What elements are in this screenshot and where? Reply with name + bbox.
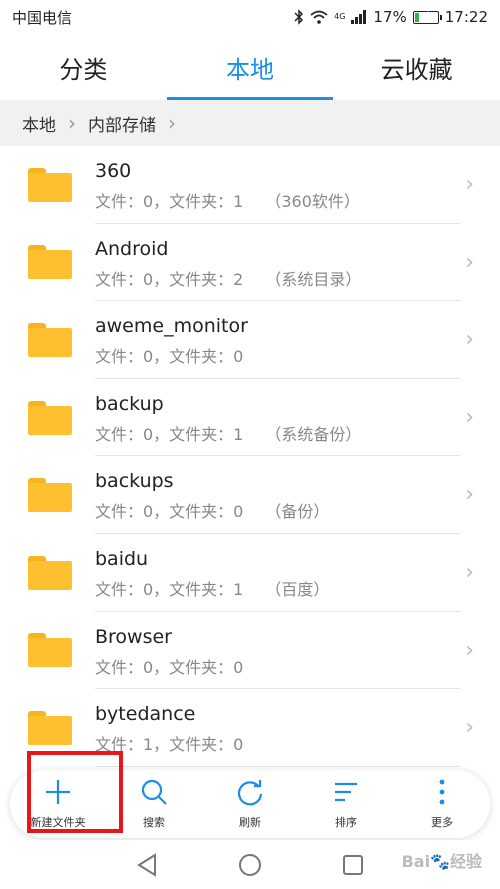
folder-detail: 文件：0，文件夹：2 （系统目录）	[95, 266, 361, 290]
folder-name: Browser	[95, 625, 172, 648]
refresh-button[interactable]: 刷新	[202, 770, 298, 838]
folder-text: bytedance 文件：1，文件夹：0	[95, 689, 460, 767]
tab-cloud-favorites[interactable]: 云收藏	[333, 34, 500, 100]
signal-icon	[351, 10, 367, 24]
folder-detail: 文件：0，文件夹：0	[95, 343, 265, 367]
folder-note: （百度）	[265, 579, 330, 599]
folder-name: backup	[95, 392, 164, 415]
status-bar: 中国电信 4G 17% ⚡ 17:22	[0, 0, 500, 34]
folder-text: aweme_monitor 文件：0，文件夹：0	[95, 301, 460, 379]
folder-icon	[28, 555, 72, 590]
network-label: 4G	[334, 12, 346, 21]
toolbar-label: 更多	[431, 816, 453, 829]
chevron-right-icon: ›	[465, 715, 474, 741]
folder-detail: 文件：0，文件夹：0	[95, 654, 265, 678]
folder-name: bytedance	[95, 703, 196, 726]
folder-counts: 文件：0，文件夹：0	[95, 657, 244, 677]
folder-icon	[28, 633, 72, 668]
toolbar-label: 排序	[335, 816, 357, 829]
folder-icon	[28, 245, 72, 280]
folder-row[interactable]: aweme_monitor 文件：0，文件夹：0 ›	[0, 301, 500, 379]
folder-detail: 文件：0，文件夹：1 （百度）	[95, 576, 329, 600]
more-icon	[428, 778, 456, 810]
folder-note: （备份）	[265, 502, 330, 522]
chevron-right-icon: ›	[168, 111, 176, 135]
folder-row[interactable]: baidu 文件：0，文件夹：1 （百度） ›	[0, 534, 500, 612]
watermark-logo: Bai🐾经验	[401, 852, 482, 871]
more-button[interactable]: 更多	[394, 770, 490, 838]
folder-list: 360 文件：0，文件夹：1 （360软件） › Android 文件：0，文件夹：2 （系…	[0, 146, 500, 767]
folder-row[interactable]: Browser 文件：0，文件夹：0 ›	[0, 612, 500, 690]
chevron-right-icon: ›	[465, 559, 474, 585]
folder-counts: 文件：0，文件夹：1	[95, 192, 244, 211]
folder-row[interactable]: Android 文件：0，文件夹：2 （系统目录） ›	[0, 224, 500, 302]
home-icon[interactable]	[238, 853, 262, 877]
folder-name: Android	[95, 237, 169, 260]
recents-icon[interactable]	[342, 854, 364, 876]
sort-button[interactable]: 排序	[298, 770, 394, 838]
folder-detail: 文件：0，文件夹：1 （系统备份）	[95, 421, 361, 445]
refresh-icon	[236, 778, 264, 810]
folder-name: backups	[95, 470, 174, 493]
folder-text: backups 文件：0，文件夹：0 （备份）	[95, 456, 460, 534]
folder-icon	[28, 400, 72, 435]
folder-counts: 文件：0，文件夹：0	[95, 502, 244, 522]
folder-row[interactable]: backups 文件：0，文件夹：0 （备份） ›	[0, 456, 500, 534]
breadcrumb: 本地 › 内部存储 ›	[0, 100, 500, 146]
folder-icon	[28, 478, 72, 513]
folder-icon	[28, 167, 72, 202]
tab-bar: 分类 本地 云收藏	[0, 34, 500, 100]
chevron-right-icon: ›	[465, 327, 474, 353]
folder-row[interactable]: 360 文件：0，文件夹：1 （360软件） ›	[0, 146, 500, 224]
chevron-right-icon: ›	[465, 482, 474, 508]
folder-note: （系统目录）	[265, 269, 362, 289]
folder-row[interactable]: backup 文件：0，文件夹：1 （系统备份） ›	[0, 379, 500, 457]
folder-counts: 文件：0，文件夹：0	[95, 347, 244, 367]
highlight-box	[27, 751, 123, 833]
folder-text: backup 文件：0，文件夹：1 （系统备份）	[95, 379, 460, 457]
folder-name: aweme_monitor	[95, 315, 248, 338]
folder-name: 360	[95, 160, 132, 182]
folder-note: （系统备份）	[265, 424, 362, 444]
carrier-label: 中国电信	[12, 8, 73, 27]
battery-icon: ⚡	[412, 9, 442, 24]
status-icons: 4G 17% ⚡ 17:22	[294, 8, 488, 26]
folder-name: baidu	[95, 547, 149, 570]
tab-local[interactable]: 本地	[166, 34, 334, 100]
folder-note: （360软件）	[265, 192, 360, 211]
tab-category[interactable]: 分类	[0, 34, 167, 100]
wifi-icon	[310, 10, 328, 24]
sort-icon	[332, 778, 360, 810]
breadcrumb-local[interactable]: 本地	[22, 111, 56, 136]
clock: 17:22	[444, 8, 488, 26]
folder-detail: 文件：0，文件夹：0 （备份）	[95, 498, 329, 522]
chevron-right-icon: ›	[465, 172, 474, 197]
search-icon	[140, 778, 168, 810]
toolbar-label: 搜索	[143, 816, 165, 829]
folder-icon	[28, 322, 72, 357]
folder-counts: 文件：0，文件夹：2	[95, 269, 244, 289]
folder-counts: 文件：0，文件夹：1	[95, 424, 244, 444]
chevron-right-icon: ›	[465, 249, 474, 275]
bluetooth-icon	[294, 9, 304, 25]
folder-text: 360 文件：0，文件夹：1 （360软件）	[95, 146, 460, 224]
chevron-right-icon: ›	[465, 404, 474, 430]
folder-text: baidu 文件：0，文件夹：1 （百度）	[95, 534, 460, 612]
folder-icon	[28, 710, 72, 745]
chevron-right-icon: ›	[68, 111, 76, 135]
folder-text: Browser 文件：0，文件夹：0	[95, 612, 460, 690]
toolbar-label: 刷新	[239, 816, 261, 829]
chevron-right-icon: ›	[465, 637, 474, 663]
breadcrumb-internal-storage[interactable]: 内部存储	[88, 111, 156, 136]
folder-detail: 文件：0，文件夹：1 （360软件）	[95, 188, 360, 212]
back-icon[interactable]	[136, 852, 158, 877]
battery-percent: 17%	[373, 8, 407, 26]
folder-text: Android 文件：0，文件夹：2 （系统目录）	[95, 224, 460, 302]
folder-counts: 文件：0，文件夹：1	[95, 579, 244, 599]
